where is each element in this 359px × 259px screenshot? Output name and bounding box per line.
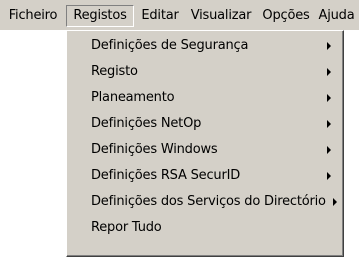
menu-visualizar[interactable]: Visualizar (186, 5, 256, 27)
menu-ficheiro[interactable]: Ficheiro (2, 5, 64, 27)
menu-item-label: Repor Tudo (91, 220, 162, 235)
menu-item-label: Definições de Segurança (91, 38, 249, 53)
menu-registos[interactable]: Registos (66, 5, 134, 27)
menu-item-definicoes-rsa-securid[interactable]: Definições RSA SecurID (69, 164, 341, 187)
submenu-arrow-icon (327, 120, 331, 128)
menu-bar: Ficheiro Registos Editar Visualizar Opçõ… (0, 0, 359, 30)
menu-item-label: Definições NetOp (91, 116, 202, 131)
submenu-arrow-icon (327, 42, 331, 50)
submenu-arrow-icon (327, 94, 331, 102)
menu-opcoes[interactable]: Opções (258, 5, 314, 27)
menu-item-label: Planeamento (91, 90, 175, 105)
menu-item-registo[interactable]: Registo (69, 60, 341, 83)
menu-ajuda[interactable]: Ajuda (314, 5, 359, 27)
submenu-arrow-icon (327, 146, 331, 154)
submenu-arrow-icon (333, 198, 337, 206)
menu-item-definicoes-windows[interactable]: Definições Windows (69, 138, 341, 161)
menu-item-planeamento[interactable]: Planeamento (69, 86, 341, 109)
menu-item-label: Definições dos Serviços do Directório (91, 194, 326, 209)
menu-item-definicoes-seguranca[interactable]: Definições de Segurança (69, 34, 341, 57)
menu-item-repor-tudo[interactable]: Repor Tudo (69, 216, 341, 239)
menu-item-definicoes-servicos-directorio[interactable]: Definições dos Serviços do Directório (69, 190, 341, 213)
menu-editar[interactable]: Editar (136, 5, 184, 27)
menu-item-definicoes-netop[interactable]: Definições NetOp (69, 112, 341, 135)
menu-item-label: Definições RSA SecurID (91, 168, 241, 183)
submenu-arrow-icon (327, 68, 331, 76)
menu-item-label: Definições Windows (91, 142, 218, 157)
registos-dropdown-menu: Definições de Segurança Registo Planeame… (66, 30, 344, 257)
menu-item-label: Registo (91, 64, 138, 79)
submenu-arrow-icon (327, 172, 331, 180)
